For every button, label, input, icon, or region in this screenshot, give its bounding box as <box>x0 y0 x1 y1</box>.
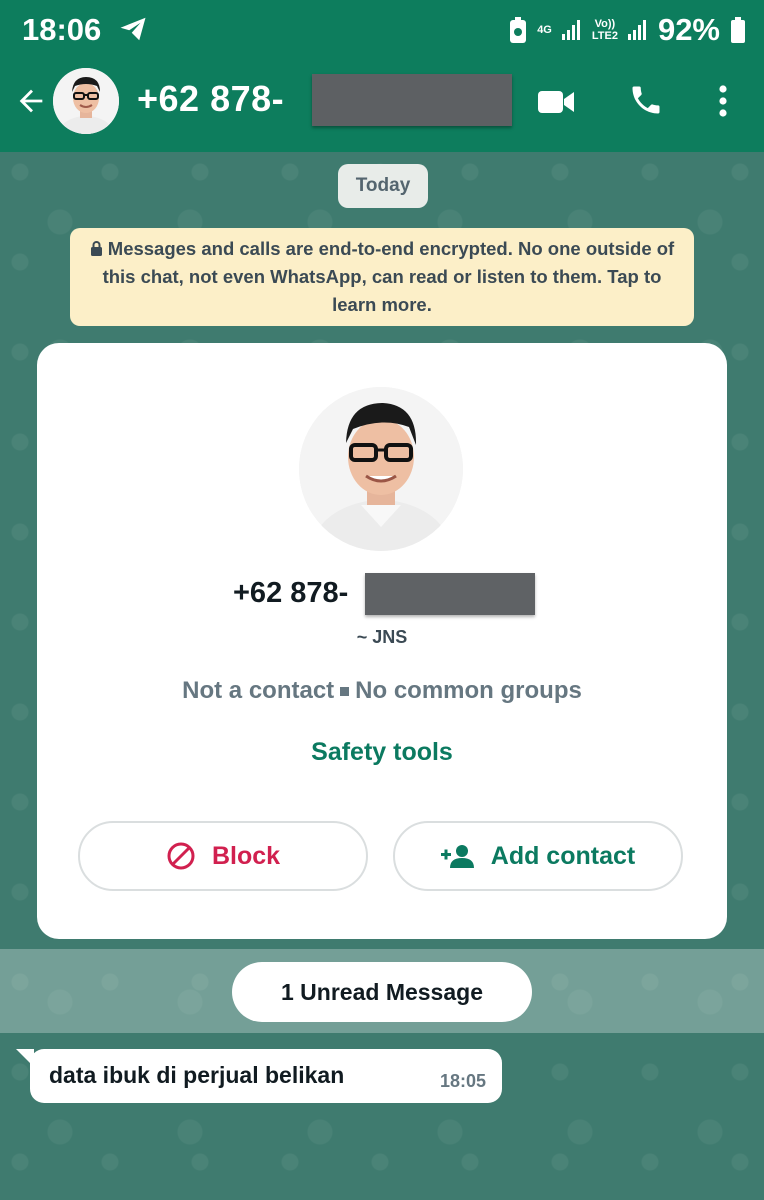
contact-info-card: +62 878- ~ JNS Not a contact No common gr… <box>37 343 727 939</box>
chat-header: +62 878- <box>0 60 764 152</box>
battery-percent: 92% <box>657 12 720 47</box>
battery-saver-icon <box>510 17 527 43</box>
status-time: 18:06 <box>22 12 102 47</box>
network-type: 4G <box>537 24 552 36</box>
safety-tools-link[interactable]: Safety tools <box>37 738 727 767</box>
contact-pushname: ~ JNS <box>356 627 408 647</box>
add-contact-label: Add contact <box>490 841 636 870</box>
more-options-icon[interactable] <box>715 82 731 120</box>
redaction-block <box>312 74 512 126</box>
block-button[interactable]: Block <box>78 821 368 891</box>
block-icon <box>167 842 195 870</box>
contact-avatar[interactable] <box>53 68 119 134</box>
battery-icon <box>731 17 745 43</box>
date-separator: Today <box>338 164 428 208</box>
signal-icon-1 <box>561 20 580 40</box>
contact-number: +62 878- <box>233 577 349 609</box>
telegram-icon <box>120 17 146 41</box>
chat-title[interactable]: +62 878- <box>137 78 284 120</box>
add-contact-button[interactable]: Add contact <box>393 821 683 891</box>
volte-label: Vo)) LTE2 <box>591 18 618 42</box>
encryption-notice-text: Messages and calls are end-to-end encryp… <box>102 238 675 315</box>
separator-dot <box>340 687 350 697</box>
contact-status: Not a contact No common groups <box>37 677 727 705</box>
video-call-icon[interactable] <box>537 88 575 116</box>
lock-icon <box>90 241 102 256</box>
add-person-icon <box>440 845 474 868</box>
voice-call-icon[interactable] <box>628 82 664 118</box>
block-label: Block <box>211 841 281 870</box>
status-bar: 18:06 4G Vo)) LTE2 92% <box>0 0 764 60</box>
message-text: data ibuk di perjual belikan <box>49 1062 345 1088</box>
unread-messages-label: 1 Unread Message <box>232 962 532 1022</box>
back-arrow-icon[interactable] <box>14 84 48 118</box>
message-time: 18:05 <box>439 1071 486 1091</box>
incoming-message[interactable]: data ibuk di perjual belikan 18:05 <box>30 1049 502 1103</box>
not-contact-label: Not a contact <box>182 677 335 704</box>
redaction-block <box>365 573 535 615</box>
profile-photo[interactable] <box>299 387 463 551</box>
encryption-notice[interactable]: Messages and calls are end-to-end encryp… <box>70 228 694 326</box>
signal-icon-2 <box>627 20 646 40</box>
common-groups-label: No common groups <box>355 677 582 704</box>
status-indicators: 4G Vo)) LTE2 92% <box>509 12 746 48</box>
